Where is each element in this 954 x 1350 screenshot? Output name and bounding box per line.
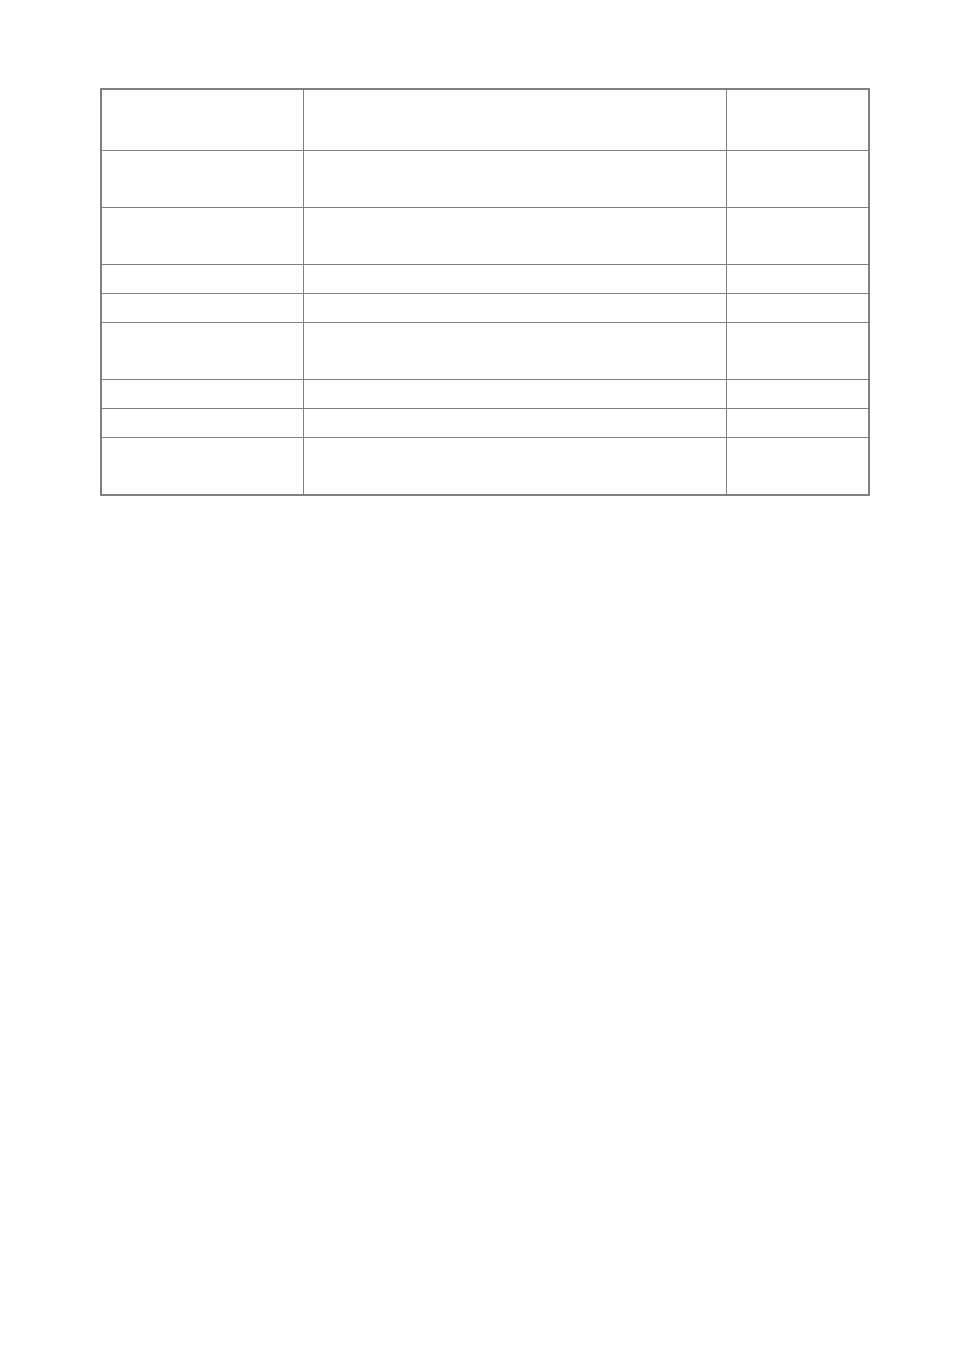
table-cell [726,208,869,265]
table-row [101,438,869,496]
cell-text [304,90,726,98]
table-cell [101,380,303,409]
table-cell [303,409,726,438]
cell-text [102,294,303,302]
table-cell [726,409,869,438]
cell-text [102,151,303,159]
cell-text [727,90,869,98]
table-row [101,294,869,323]
cell-text [304,409,726,417]
cell-text [102,208,303,216]
table-cell [726,323,869,380]
cell-text [102,380,303,388]
table-cell [101,294,303,323]
table-row [101,265,869,294]
page [0,0,954,1350]
table-cell [303,380,726,409]
cell-text [102,409,303,417]
cell-text [727,265,869,273]
table-cell [101,323,303,380]
cell-text [727,151,869,159]
table-cell [101,151,303,208]
cell-text [727,409,869,417]
cell-text [727,208,869,216]
cell-text [102,323,303,331]
table-cell [726,151,869,208]
table-cell [303,89,726,151]
cell-text [304,438,726,446]
table-cell [101,208,303,265]
cell-text [304,265,726,273]
cell-text [304,208,726,216]
cell-text [102,438,303,446]
table-cell [303,151,726,208]
cell-text [727,438,869,446]
cell-text [102,265,303,273]
cell-text [727,380,869,388]
table-cell [726,89,869,151]
table-cell [726,438,869,496]
data-table [100,88,870,496]
cell-text [727,294,869,302]
table-cell [303,323,726,380]
cell-text [727,323,869,331]
table-cell [303,438,726,496]
table-row [101,89,869,151]
table-cell [303,294,726,323]
table-row [101,208,869,265]
table-cell [101,409,303,438]
table-cell [726,265,869,294]
table-cell [726,380,869,409]
cell-text [304,294,726,302]
cell-text [102,90,303,98]
table-row [101,409,869,438]
table-cell [303,208,726,265]
table-row [101,151,869,208]
table-row [101,323,869,380]
table-cell [726,294,869,323]
table-cell [101,89,303,151]
table-cell [101,265,303,294]
table-row [101,380,869,409]
cell-text [304,380,726,388]
table-cell [303,265,726,294]
table-cell [101,438,303,496]
cell-text [304,323,726,331]
cell-text [304,151,726,159]
